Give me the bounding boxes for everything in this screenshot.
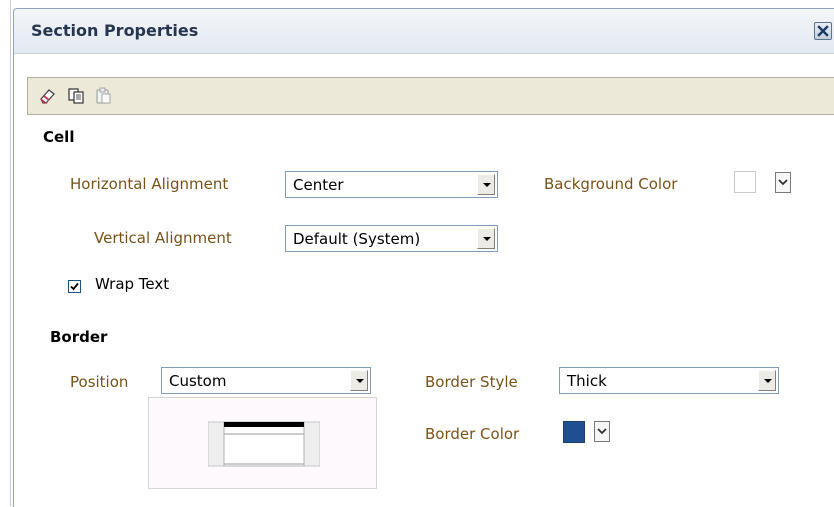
vertical-alignment-select[interactable]: Default (System) [285, 225, 498, 252]
eraser-icon[interactable] [38, 86, 58, 106]
position-label: Position [70, 373, 129, 391]
vertical-alignment-label: Vertical Alignment [94, 229, 232, 247]
border-color-swatch[interactable] [563, 421, 585, 443]
copy-icon[interactable] [67, 86, 87, 106]
border-color-dropdown[interactable] [594, 421, 610, 442]
chevron-down-icon [597, 428, 607, 435]
position-select[interactable]: Custom [161, 367, 371, 394]
background-color-dropdown[interactable] [775, 172, 791, 193]
background-color-label: Background Color [544, 175, 678, 193]
check-icon [70, 282, 79, 291]
cell-heading: Cell [43, 128, 75, 146]
frame-edge [10, 0, 11, 506]
horizontal-alignment-value: Center [293, 176, 344, 194]
border-preview-icon[interactable] [208, 419, 320, 469]
dialog-titlebar: Section Properties [14, 9, 834, 54]
chevron-down-icon[interactable] [477, 174, 495, 195]
close-button[interactable] [814, 22, 832, 40]
dialog-title: Section Properties [31, 21, 199, 40]
wrap-text-label: Wrap Text [95, 275, 170, 293]
position-value: Custom [169, 372, 227, 390]
chevron-down-icon[interactable] [477, 228, 495, 249]
border-style-select[interactable]: Thick [559, 367, 779, 394]
horizontal-alignment-select[interactable]: Center [285, 171, 498, 198]
border-style-value: Thick [567, 372, 607, 390]
border-preview [148, 397, 377, 489]
border-color-label: Border Color [425, 425, 520, 443]
chevron-down-icon[interactable] [758, 370, 776, 391]
wrap-text-checkbox[interactable] [68, 280, 81, 293]
vertical-alignment-value: Default (System) [293, 230, 421, 248]
chevron-down-icon [778, 179, 788, 186]
close-icon [817, 25, 829, 37]
chevron-down-icon[interactable] [350, 370, 368, 391]
horizontal-alignment-label: Horizontal Alignment [70, 175, 229, 193]
border-heading: Border [50, 328, 108, 346]
toolbar [27, 77, 834, 115]
paste-icon[interactable] [94, 86, 114, 106]
border-style-label: Border Style [425, 373, 518, 391]
background-color-swatch[interactable] [734, 171, 756, 193]
